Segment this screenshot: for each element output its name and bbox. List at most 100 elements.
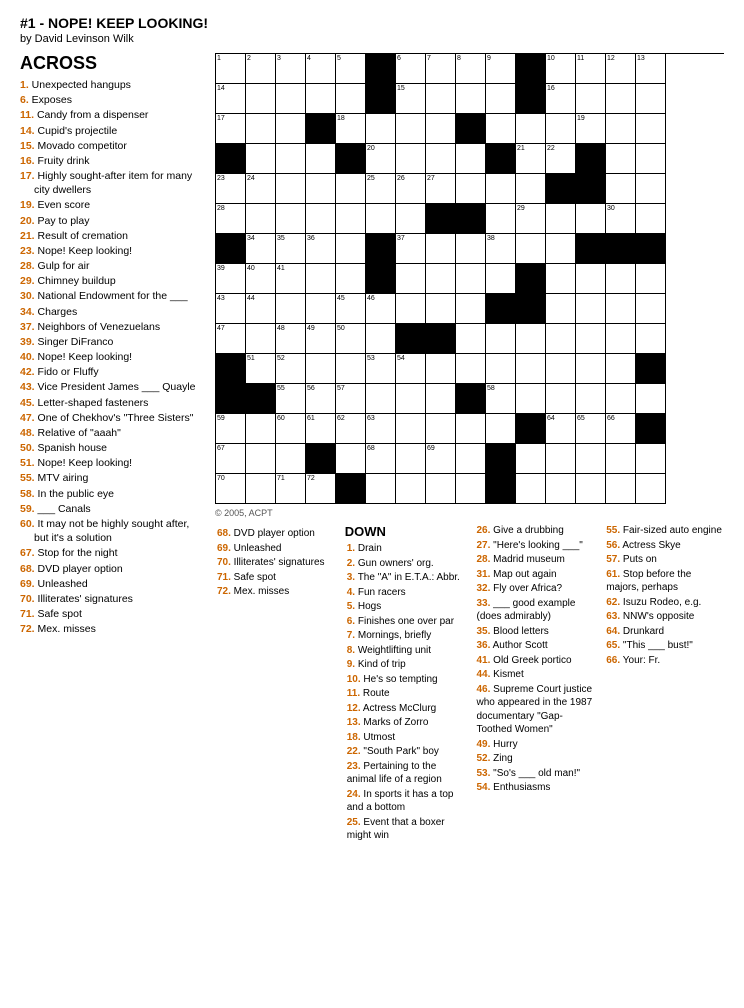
cell-7-7[interactable] — [426, 264, 456, 294]
cell-1-7[interactable] — [426, 84, 456, 114]
cell-12-2[interactable]: 60 — [276, 414, 306, 444]
cell-6-4[interactable] — [336, 234, 366, 264]
cell-3-6[interactable] — [396, 144, 426, 174]
cell-8-11[interactable] — [546, 294, 576, 324]
cell-10-11[interactable] — [546, 354, 576, 384]
cell-8-3[interactable] — [306, 294, 336, 324]
cell-10-13[interactable] — [606, 354, 636, 384]
cell-4-10[interactable] — [516, 174, 546, 204]
cell-12-4[interactable]: 62 — [336, 414, 366, 444]
cell-5-6[interactable] — [396, 204, 426, 234]
cell-0-3[interactable]: 4 — [306, 54, 336, 84]
cell-5-3[interactable] — [306, 204, 336, 234]
cell-10-7[interactable] — [426, 354, 456, 384]
cell-13-2[interactable] — [276, 444, 306, 474]
cell-14-11[interactable] — [546, 474, 576, 504]
cell-10-2[interactable]: 52 — [276, 354, 306, 384]
cell-6-6[interactable]: 37 — [396, 234, 426, 264]
cell-5-11[interactable] — [546, 204, 576, 234]
cell-2-12[interactable]: 19 — [576, 114, 606, 144]
cell-6-8[interactable] — [456, 234, 486, 264]
cell-4-6[interactable]: 26 — [396, 174, 426, 204]
cell-14-7[interactable] — [426, 474, 456, 504]
cell-1-2[interactable] — [276, 84, 306, 114]
cell-7-8[interactable] — [456, 264, 486, 294]
cell-10-4[interactable] — [336, 354, 366, 384]
cell-3-5[interactable]: 20 — [366, 144, 396, 174]
cell-6-2[interactable]: 35 — [276, 234, 306, 264]
cell-5-5[interactable] — [366, 204, 396, 234]
cell-3-13[interactable] — [606, 144, 636, 174]
cell-4-13[interactable] — [606, 174, 636, 204]
cell-9-12[interactable] — [576, 324, 606, 354]
cell-9-10[interactable] — [516, 324, 546, 354]
cell-8-13[interactable] — [606, 294, 636, 324]
cell-12-12[interactable]: 65 — [576, 414, 606, 444]
cell-8-8[interactable] — [456, 294, 486, 324]
cell-3-2[interactable] — [276, 144, 306, 174]
cell-13-14[interactable] — [636, 444, 666, 474]
cell-3-14[interactable] — [636, 144, 666, 174]
cell-9-9[interactable] — [486, 324, 516, 354]
cell-14-12[interactable] — [576, 474, 606, 504]
cell-11-7[interactable] — [426, 384, 456, 414]
cell-9-4[interactable]: 50 — [336, 324, 366, 354]
cell-6-1[interactable]: 34 — [246, 234, 276, 264]
cell-13-5[interactable]: 68 — [366, 444, 396, 474]
cell-1-9[interactable] — [486, 84, 516, 114]
cell-5-14[interactable] — [636, 204, 666, 234]
cell-7-4[interactable] — [336, 264, 366, 294]
cell-1-0[interactable]: 14 — [216, 84, 246, 114]
cell-3-8[interactable] — [456, 144, 486, 174]
cell-2-13[interactable] — [606, 114, 636, 144]
cell-12-7[interactable] — [426, 414, 456, 444]
cell-13-0[interactable]: 67 — [216, 444, 246, 474]
cell-13-11[interactable] — [546, 444, 576, 474]
cell-9-11[interactable] — [546, 324, 576, 354]
cell-4-8[interactable] — [456, 174, 486, 204]
cell-11-5[interactable] — [366, 384, 396, 414]
cell-14-14[interactable] — [636, 474, 666, 504]
cell-6-9[interactable]: 38 — [486, 234, 516, 264]
cell-12-8[interactable] — [456, 414, 486, 444]
cell-3-7[interactable] — [426, 144, 456, 174]
cell-10-1[interactable]: 51 — [246, 354, 276, 384]
cell-14-10[interactable] — [516, 474, 546, 504]
cell-13-8[interactable] — [456, 444, 486, 474]
cell-0-12[interactable]: 11 — [576, 54, 606, 84]
cell-10-3[interactable] — [306, 354, 336, 384]
cell-4-9[interactable] — [486, 174, 516, 204]
cell-3-10[interactable]: 21 — [516, 144, 546, 174]
cell-10-9[interactable] — [486, 354, 516, 384]
cell-2-14[interactable] — [636, 114, 666, 144]
cell-2-10[interactable] — [516, 114, 546, 144]
cell-2-5[interactable] — [366, 114, 396, 144]
cell-0-8[interactable]: 8 — [456, 54, 486, 84]
cell-5-4[interactable] — [336, 204, 366, 234]
cell-3-11[interactable]: 22 — [546, 144, 576, 174]
cell-8-1[interactable]: 44 — [246, 294, 276, 324]
cell-14-8[interactable] — [456, 474, 486, 504]
cell-10-12[interactable] — [576, 354, 606, 384]
cell-1-3[interactable] — [306, 84, 336, 114]
cell-4-3[interactable] — [306, 174, 336, 204]
cell-14-5[interactable] — [366, 474, 396, 504]
cell-11-13[interactable] — [606, 384, 636, 414]
cell-2-0[interactable]: 17 — [216, 114, 246, 144]
cell-8-5[interactable]: 46 — [366, 294, 396, 324]
cell-7-12[interactable] — [576, 264, 606, 294]
cell-9-3[interactable]: 49 — [306, 324, 336, 354]
cell-0-9[interactable]: 9 — [486, 54, 516, 84]
cell-11-14[interactable] — [636, 384, 666, 414]
cell-0-14[interactable]: 13 — [636, 54, 666, 84]
cell-5-9[interactable] — [486, 204, 516, 234]
cell-4-5[interactable]: 25 — [366, 174, 396, 204]
cell-7-6[interactable] — [396, 264, 426, 294]
cell-8-12[interactable] — [576, 294, 606, 324]
cell-0-0[interactable]: 1 — [216, 54, 246, 84]
cell-13-10[interactable] — [516, 444, 546, 474]
cell-9-2[interactable]: 48 — [276, 324, 306, 354]
cell-6-3[interactable]: 36 — [306, 234, 336, 264]
cell-13-6[interactable] — [396, 444, 426, 474]
cell-10-6[interactable]: 54 — [396, 354, 426, 384]
